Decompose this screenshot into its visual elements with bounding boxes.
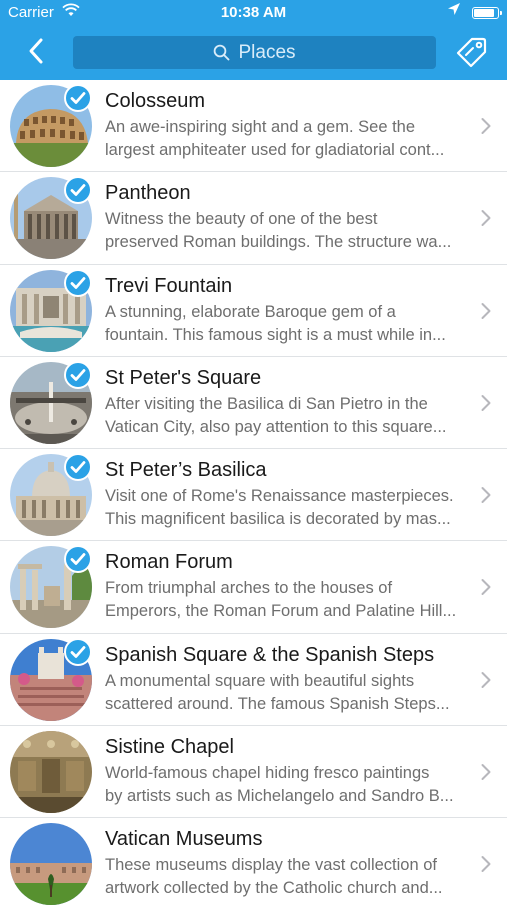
- search-icon: [214, 44, 230, 61]
- description-line-1: After visiting the Basilica di San Pietr…: [105, 394, 428, 413]
- list-item[interactable]: Sistine Chapel World-famous chapel hiding…: [0, 726, 507, 819]
- description-line-2: This magnificent basilica is decorated b…: [105, 510, 451, 529]
- back-chevron-icon: [29, 38, 43, 64]
- list-item[interactable]: Trevi Fountain A stunning, elaborate Baro…: [0, 265, 507, 357]
- place-title: Pantheon: [105, 182, 191, 205]
- chevron-right-icon: [480, 671, 492, 689]
- list-item[interactable]: Roman Forum From triumphal arches to the …: [0, 541, 507, 634]
- list-item[interactable]: Spanish Square & the Spanish Steps A monu…: [0, 634, 507, 727]
- status-bar: Carrier 10:38 AM: [0, 0, 507, 28]
- list-item[interactable]: Pantheon Witness the beauty of one of the…: [0, 172, 507, 265]
- description-line-2: artwork collected by the Catholic church…: [105, 879, 443, 898]
- checkmark-badge-icon: [64, 453, 92, 482]
- location-arrow-icon: [447, 2, 461, 16]
- place-thumbnail: [10, 823, 92, 906]
- description-line-1: These museums display the vast collectio…: [105, 856, 437, 875]
- description-line-1: A stunning, elaborate Baroque gem of a: [105, 302, 396, 321]
- place-description: From triumphal arches to the houses of Em…: [105, 577, 477, 623]
- navigation-bar: Carrier 10:38 AM Places: [0, 0, 507, 80]
- checkmark-badge-icon: [64, 84, 92, 112]
- chevron-right-icon: [480, 394, 492, 412]
- place-thumbnail: [10, 731, 92, 814]
- place-description: After visiting the Basilica di San Pietr…: [105, 393, 477, 439]
- description-line-2: Emperors, the Roman Forum and Palatine H…: [105, 602, 457, 621]
- place-description: Visit one of Rome's Renaissance masterpi…: [105, 485, 477, 531]
- search-placeholder: Places: [238, 41, 296, 63]
- checkmark-badge-icon: [64, 637, 92, 666]
- tag-button[interactable]: [455, 36, 489, 68]
- description-line-1: From triumphal arches to the houses of: [105, 579, 393, 598]
- description-line-2: scattered around. The famous Spanish Ste…: [105, 694, 450, 713]
- places-list: Colosseum An awe-inspiring sight and a ge…: [0, 80, 507, 911]
- description-line-1: Witness the beauty of one of the best: [105, 210, 378, 229]
- list-item[interactable]: Vatican Museums These museums display the…: [0, 818, 507, 910]
- status-time: 10:38 AM: [220, 4, 287, 21]
- description-line-1: A monumental square with beautiful sight…: [105, 671, 415, 690]
- list-item[interactable]: Colosseum An awe-inspiring sight and a ge…: [0, 80, 507, 173]
- checkmark-badge-icon: [64, 268, 92, 297]
- chevron-right-icon: [480, 855, 492, 873]
- place-title: St Peter's Square: [105, 366, 262, 389]
- description-line-1: An awe-inspiring sight and a gem. See th…: [105, 118, 416, 136]
- chevron-right-icon: [480, 486, 492, 504]
- place-description: Witness the beauty of one of the best pre…: [105, 208, 477, 254]
- list-item[interactable]: St Peter’s Basilica Visit one of Rome's R…: [0, 449, 507, 542]
- chevron-right-icon: [480, 117, 492, 135]
- back-button[interactable]: [22, 36, 52, 66]
- description-line-2: by artists such as Michelangelo and Sand…: [105, 787, 454, 806]
- place-title: Vatican Museums: [105, 828, 263, 851]
- place-description: World-famous chapel hiding fresco painti…: [105, 762, 477, 808]
- place-description: An awe-inspiring sight and a gem. See th…: [105, 116, 477, 162]
- description-line-2: largest amphiteater used for gladiatoria…: [105, 141, 445, 159]
- checkmark-badge-icon: [64, 360, 92, 389]
- place-title: Spanish Square & the Spanish Steps: [105, 643, 435, 666]
- tag-icon: [456, 37, 487, 68]
- list-item[interactable]: St Peter's Square After visiting the Basi…: [0, 357, 507, 450]
- description-line-1: Visit one of Rome's Renaissance masterpi…: [105, 487, 454, 506]
- description-line-1: World-famous chapel hiding fresco painti…: [105, 764, 430, 783]
- chevron-right-icon: [480, 578, 492, 596]
- chevron-right-icon: [480, 302, 492, 320]
- place-title: St Peter’s Basilica: [105, 459, 267, 482]
- chevron-right-icon: [480, 209, 492, 227]
- chevron-right-icon: [480, 763, 492, 781]
- description-line-2: fountain. This famous sight is a must wh…: [105, 325, 446, 344]
- description-line-2: preserved Roman buildings. The structure…: [105, 233, 452, 252]
- place-description: A monumental square with beautiful sight…: [105, 670, 477, 716]
- place-title: Sistine Chapel: [105, 736, 234, 759]
- place-title: Trevi Fountain: [105, 274, 233, 297]
- place-description: These museums display the vast collectio…: [105, 854, 477, 900]
- place-description: A stunning, elaborate Baroque gem of a fo…: [105, 301, 477, 347]
- battery-icon: [472, 7, 502, 19]
- description-line-2: Vatican City, also pay attention to this…: [105, 417, 447, 436]
- search-bar[interactable]: Places: [73, 36, 436, 69]
- place-title: Roman Forum: [105, 551, 233, 574]
- place-title: Colosseum: [105, 90, 206, 112]
